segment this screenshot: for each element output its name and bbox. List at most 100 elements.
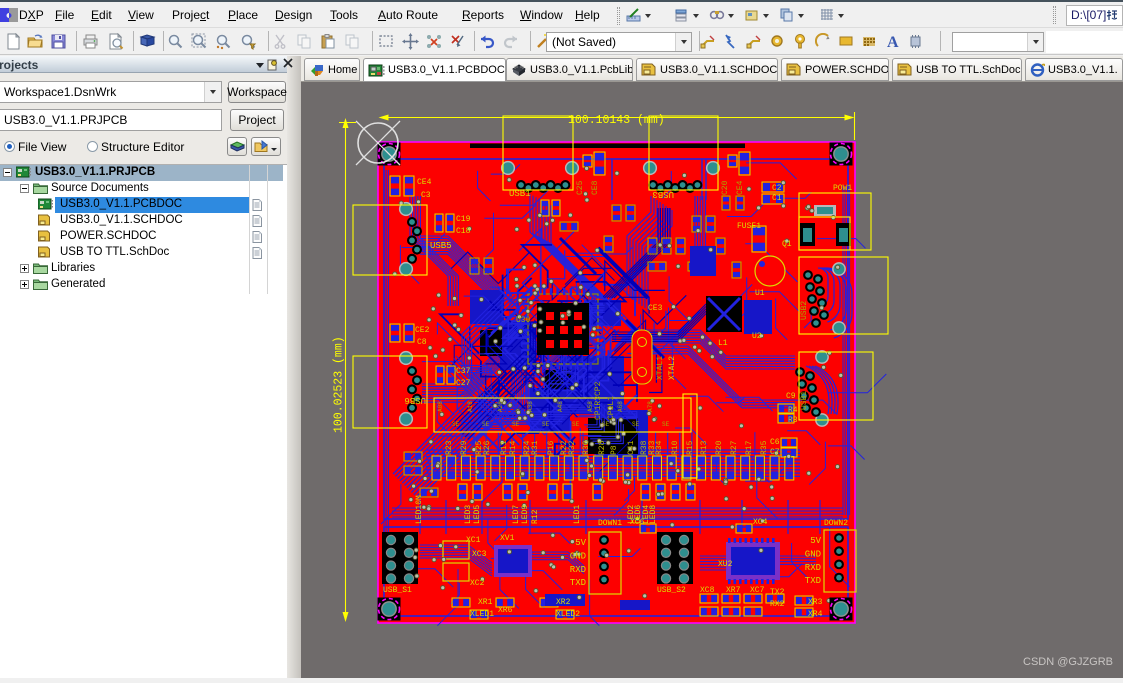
svg-text:LED8: LED8 <box>649 505 658 524</box>
svg-text:R23: R23 <box>445 440 454 455</box>
svg-text:100.02523 (mm): 100.02523 (mm) <box>333 336 346 433</box>
svg-text:C1: C1 <box>772 194 782 203</box>
svg-text:SE: SE <box>632 421 640 428</box>
svg-text:GND: GND <box>570 551 586 561</box>
svg-text:U2: U2 <box>752 332 762 341</box>
svg-text:A68: A68 <box>617 401 624 412</box>
svg-text:RXD: RXD <box>570 565 586 575</box>
svg-text:DOWN2: DOWN2 <box>824 519 848 528</box>
svg-text:CE4: CE4 <box>417 178 432 187</box>
svg-text:R12: R12 <box>531 509 540 524</box>
svg-text:R29: R29 <box>460 440 469 455</box>
svg-text:R15: R15 <box>686 440 695 455</box>
svg-text:R27: R27 <box>730 440 739 455</box>
svg-text:CP1R3CP2: CP1R3CP2 <box>594 381 603 420</box>
svg-text:USB6: USB6 <box>404 395 426 405</box>
svg-text:Q1: Q1 <box>782 240 792 249</box>
svg-text:CE2: CE2 <box>415 326 430 335</box>
svg-text:TX2: TX2 <box>770 588 785 597</box>
svg-text:C6: C6 <box>770 438 780 447</box>
svg-text:100.10143 (mm): 100.10143 (mm) <box>568 114 665 127</box>
svg-text:XC7: XC7 <box>750 586 765 595</box>
svg-text:C2: C2 <box>772 184 782 193</box>
svg-text:C3: C3 <box>421 191 431 200</box>
svg-text:XR6: XR6 <box>498 606 513 615</box>
svg-text:USB1: USB1 <box>509 189 531 199</box>
svg-text:USB2: USB2 <box>800 301 809 320</box>
svg-text:U1: U1 <box>755 289 765 298</box>
svg-text:LED5: LED5 <box>473 505 482 524</box>
svg-text:C37: C37 <box>456 367 471 376</box>
svg-text:SE: SE <box>662 421 670 428</box>
svg-text:C9: C9 <box>786 392 796 401</box>
svg-text:XLED2: XLED2 <box>556 610 580 619</box>
svg-text:SE: SE <box>452 421 460 428</box>
svg-text:DOWN1: DOWN1 <box>598 519 622 528</box>
svg-text:LED1: LED1 <box>573 505 582 524</box>
svg-text:LED7: LED7 <box>512 505 521 524</box>
svg-text:R4: R4 <box>788 406 798 415</box>
svg-text:XR7: XR7 <box>726 586 741 595</box>
svg-text:POW1: POW1 <box>833 184 852 193</box>
svg-text:A58: A58 <box>587 401 594 412</box>
svg-text:FUSE1: FUSE1 <box>737 222 761 231</box>
svg-text:R28: R28 <box>598 440 607 455</box>
svg-text:A: A <box>887 34 899 50</box>
svg-text:LED3: LED3 <box>464 505 473 524</box>
svg-text:C18: C18 <box>456 227 471 236</box>
svg-text:A08: A08 <box>437 401 444 412</box>
svg-text:A78: A78 <box>647 401 654 412</box>
svg-text:C25: C25 <box>576 180 585 195</box>
svg-text:TXD: TXD <box>805 576 821 586</box>
svg-text:XC4: XC4 <box>753 518 768 527</box>
svg-text:R30: R30 <box>582 440 591 455</box>
svg-text:P8: P8 <box>610 445 619 455</box>
svg-text:R14: R14 <box>509 440 518 455</box>
svg-text:C7: C7 <box>770 448 780 457</box>
svg-text:USB_S2: USB_S2 <box>657 586 686 595</box>
svg-text:R13: R13 <box>700 440 709 455</box>
svg-text:XR4: XR4 <box>808 610 823 619</box>
svg-text:XTAL1: XTAL1 <box>656 356 665 380</box>
svg-text:XV1: XV1 <box>500 534 515 543</box>
svg-text:XU2: XU2 <box>718 560 733 569</box>
svg-text:LED9: LED9 <box>521 505 530 524</box>
svg-text:RX2: RX2 <box>770 600 785 609</box>
svg-text:R34: R34 <box>655 440 664 455</box>
svg-text:USB3: USB3 <box>652 189 674 199</box>
svg-text:GND: GND <box>805 549 821 559</box>
svg-text:R11: R11 <box>500 440 509 455</box>
svg-text:RXD: RXD <box>805 563 821 573</box>
svg-text:SE: SE <box>482 421 490 428</box>
svg-text:XC3: XC3 <box>472 550 487 559</box>
svg-text:R10: R10 <box>671 440 680 455</box>
svg-text:CP1L1: CP1L1 <box>607 396 616 420</box>
svg-text:C41: C41 <box>627 440 636 455</box>
svg-text:C27: C27 <box>456 379 471 388</box>
svg-text:CE8: CE8 <box>591 180 600 195</box>
svg-text:XC2: XC2 <box>470 579 485 588</box>
svg-text:R31: R31 <box>531 440 540 455</box>
svg-text:A28: A28 <box>497 401 504 412</box>
svg-text:A48: A48 <box>557 401 564 412</box>
svg-text:L1: L1 <box>718 339 728 348</box>
svg-text:C20: C20 <box>721 180 730 195</box>
svg-text:U30: U30 <box>516 316 531 325</box>
svg-text:XC8: XC8 <box>700 586 715 595</box>
svg-text:A38: A38 <box>527 401 534 412</box>
svg-text:SE: SE <box>512 421 520 428</box>
svg-text:A18: A18 <box>467 401 474 412</box>
svg-text:XR1: XR1 <box>478 598 493 607</box>
svg-text:SE: SE <box>602 421 610 428</box>
svg-text:USB1: USB1 <box>800 391 809 410</box>
svg-text:R3: R3 <box>788 416 798 425</box>
svg-text:XC6: XC6 <box>630 518 645 527</box>
svg-text:C8: C8 <box>417 338 427 347</box>
svg-text:R20: R20 <box>715 440 724 455</box>
svg-text:XR2: XR2 <box>556 598 571 607</box>
svg-text:CE4: CE4 <box>736 180 745 195</box>
svg-text:5V: 5V <box>575 538 586 548</box>
svg-text:USB_S1: USB_S1 <box>383 586 412 595</box>
svg-text:TXD: TXD <box>570 578 586 588</box>
svg-text:R32: R32 <box>568 440 577 455</box>
